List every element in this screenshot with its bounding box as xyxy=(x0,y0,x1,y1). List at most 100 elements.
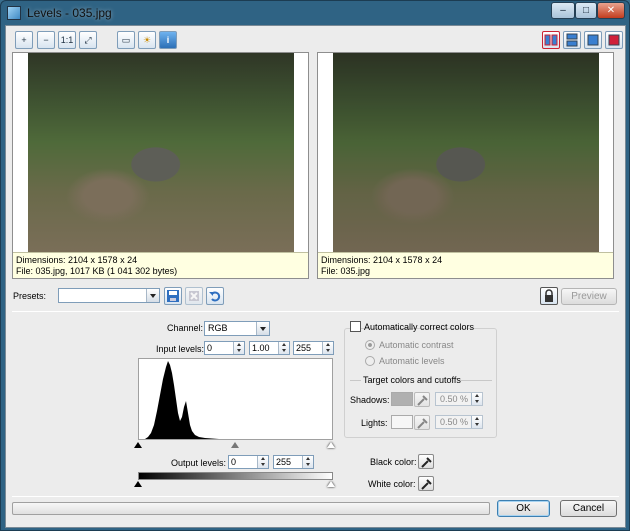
eyedropper-icon xyxy=(421,457,432,468)
auto-contrast-label: Automatic contrast xyxy=(379,340,454,350)
auto-levels-radio[interactable] xyxy=(365,356,375,366)
zoom-out-button[interactable]: − xyxy=(37,31,55,49)
save-icon xyxy=(167,290,179,302)
original-dimensions: Dimensions: 2104 x 1578 x 24 xyxy=(16,255,138,265)
lock-preview-button[interactable] xyxy=(540,287,558,305)
lights-color-swatch[interactable] xyxy=(391,415,413,429)
info-button[interactable]: i xyxy=(159,31,177,49)
original-photo xyxy=(28,53,294,252)
input-black-stepper[interactable]: 0 xyxy=(204,341,245,355)
cancel-button[interactable]: Cancel xyxy=(560,500,617,517)
shadows-cutoff-value: 0.50 % xyxy=(439,394,468,404)
levels-window: Levels - 035.jpg – □ ✕ + − 1:1 ⤢ ▭ ☀ i D… xyxy=(0,0,630,531)
split-horizontal-button[interactable] xyxy=(563,31,581,49)
actual-size-button[interactable]: 1:1 xyxy=(58,31,76,49)
presets-label: Presets: xyxy=(13,291,47,301)
maximize-button[interactable]: □ xyxy=(575,2,597,19)
input-white-slider[interactable] xyxy=(327,442,335,448)
zoom-in-icon: + xyxy=(21,35,27,45)
auto-contrast-radio[interactable] xyxy=(365,340,375,350)
spinner-arrows-icon xyxy=(233,342,244,354)
fit-window-icon: ⤢ xyxy=(84,35,92,45)
reset-button[interactable] xyxy=(206,287,224,305)
channel-value: RGB xyxy=(208,323,228,333)
minimize-button[interactable]: – xyxy=(551,2,575,19)
close-button[interactable]: ✕ xyxy=(597,2,625,19)
eyedropper-icon xyxy=(417,395,428,406)
divider xyxy=(12,496,619,497)
target-colors-label: Target colors and cutoffs xyxy=(363,375,461,385)
output-black-stepper[interactable]: 0 xyxy=(228,455,269,469)
input-levels-label: Input levels: xyxy=(156,344,205,354)
input-white-stepper[interactable]: 255 xyxy=(293,341,334,355)
output-white-stepper[interactable]: 255 xyxy=(273,455,314,469)
lights-picker-button[interactable] xyxy=(414,415,430,430)
ok-button[interactable]: OK xyxy=(497,500,550,517)
image-button[interactable]: ▭ xyxy=(117,31,135,49)
split-vertical-button[interactable] xyxy=(542,31,560,49)
input-white-value: 255 xyxy=(296,343,312,353)
highlight-icon: ☀ xyxy=(142,35,152,45)
single-view-button[interactable] xyxy=(584,31,602,49)
chevron-down-icon xyxy=(256,322,269,335)
spinner-arrows-icon xyxy=(471,416,482,428)
output-black-value: 0 xyxy=(231,457,237,467)
window-title: Levels - 035.jpg xyxy=(27,6,112,20)
channel-label: Channel: xyxy=(167,323,204,333)
output-black-slider[interactable] xyxy=(134,481,142,487)
fit-window-button[interactable]: ⤢ xyxy=(79,31,97,49)
spinner-arrows-icon xyxy=(278,342,289,354)
result-info: Dimensions: 2104 x 1578 x 24 File: 035.j… xyxy=(318,252,613,278)
lights-cutoff-value: 0.50 % xyxy=(439,417,468,427)
single-view-icon xyxy=(587,34,599,46)
eyedropper-icon xyxy=(417,418,428,429)
spinner-arrows-icon xyxy=(302,456,313,468)
highlight-button[interactable]: ☀ xyxy=(138,31,156,49)
output-gradient-bar xyxy=(138,472,333,480)
histogram xyxy=(138,358,333,440)
original-preview-pane[interactable]: Dimensions: 2104 x 1578 x 24 File: 035.j… xyxy=(12,52,309,279)
spinner-arrows-icon xyxy=(471,393,482,405)
original-view-button[interactable] xyxy=(605,31,623,49)
dialog-body: + − 1:1 ⤢ ▭ ☀ i Dimensions: 2104 x 1578 … xyxy=(5,25,626,528)
title-bar[interactable]: Levels - 035.jpg – □ ✕ xyxy=(1,1,629,25)
lock-icon xyxy=(545,289,553,302)
zoom-in-button[interactable]: + xyxy=(15,31,33,49)
input-black-slider[interactable] xyxy=(134,442,142,448)
presets-dropdown[interactable] xyxy=(58,288,160,303)
output-white-slider[interactable] xyxy=(327,481,335,487)
preview-button[interactable]: Preview xyxy=(561,288,617,305)
info-icon: i xyxy=(166,35,170,45)
progress-bar xyxy=(12,502,490,515)
input-gamma-slider[interactable] xyxy=(231,442,239,448)
input-gamma-stepper[interactable]: 1.00 xyxy=(249,341,290,355)
delete-preset-button[interactable] xyxy=(185,287,203,305)
result-file: File: 035.jpg xyxy=(321,266,371,276)
result-preview-pane[interactable]: Dimensions: 2104 x 1578 x 24 File: 035.j… xyxy=(317,52,614,279)
image-icon: ▭ xyxy=(121,35,131,45)
output-white-value: 255 xyxy=(276,457,292,467)
original-info: Dimensions: 2104 x 1578 x 24 File: 035.j… xyxy=(13,252,308,278)
auto-correct-checkbox[interactable] xyxy=(350,321,361,332)
split-horizontal-icon xyxy=(566,33,578,47)
result-photo xyxy=(333,53,599,252)
undo-icon xyxy=(209,291,221,302)
black-color-label: Black color: xyxy=(370,457,417,467)
zoom-out-icon: − xyxy=(43,35,49,45)
shadows-picker-button[interactable] xyxy=(414,392,430,407)
shadows-color-swatch[interactable] xyxy=(391,392,413,406)
save-preset-button[interactable] xyxy=(164,287,182,305)
shadows-cutoff-stepper[interactable]: 0.50 % xyxy=(435,392,483,406)
actual-size-icon: 1:1 xyxy=(60,35,74,45)
white-color-picker-button[interactable] xyxy=(418,476,434,491)
channel-dropdown[interactable]: RGB xyxy=(204,321,270,336)
result-dimensions: Dimensions: 2104 x 1578 x 24 xyxy=(321,255,443,265)
lights-cutoff-stepper[interactable]: 0.50 % xyxy=(435,415,483,429)
target-separator-right xyxy=(460,380,492,381)
eyedropper-icon xyxy=(421,479,432,490)
input-gamma-value: 1.00 xyxy=(252,343,270,353)
shadows-label: Shadows: xyxy=(350,395,390,405)
auto-correct-label: Automatically correct colors xyxy=(364,322,475,332)
original-view-icon xyxy=(608,34,620,46)
black-color-picker-button[interactable] xyxy=(418,454,434,469)
